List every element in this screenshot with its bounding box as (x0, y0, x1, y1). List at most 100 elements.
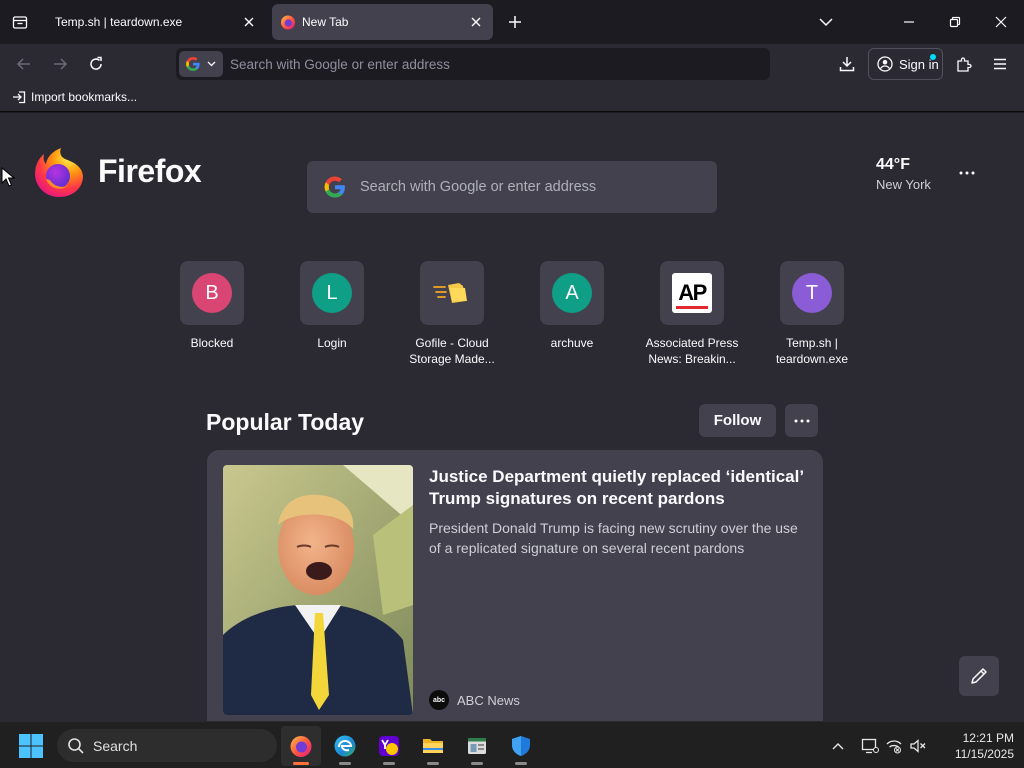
search-engine-button[interactable] (179, 51, 223, 77)
import-bookmarks-button[interactable]: Import bookmarks... (12, 90, 137, 104)
shortcut-icon-box: L (300, 261, 364, 325)
taskbar-app-window[interactable] (457, 726, 497, 766)
taskbar-search[interactable]: Search (57, 729, 277, 762)
story-image (223, 465, 413, 715)
google-icon (324, 176, 345, 198)
show-hidden-icons-button[interactable] (828, 736, 848, 756)
new-tab-button[interactable] (504, 11, 526, 33)
system-clock[interactable]: 12:21 PM 11/15/2025 (934, 730, 1014, 762)
download-icon (839, 57, 855, 72)
shortcut-tile-temp-sh[interactable]: T Temp.sh | teardown.exe (762, 261, 862, 367)
close-icon (471, 17, 481, 27)
tab-title: Temp.sh | teardown.exe (55, 15, 183, 29)
shortcut-label: Login (317, 336, 347, 350)
minimize-button[interactable] (898, 11, 920, 33)
shortcut-label: Gofile - Cloud Storage Made... (409, 336, 495, 366)
tab-title: New Tab (302, 15, 349, 29)
taskbar-file-explorer[interactable] (413, 726, 453, 766)
close-window-button[interactable] (990, 11, 1012, 33)
firefox-wordmark: Firefox (98, 153, 202, 189)
speaker-muted-icon (910, 739, 926, 753)
firefox-favicon-icon (281, 15, 295, 30)
network-disconnected-icon (886, 740, 902, 754)
tab-close-button[interactable] (467, 13, 485, 31)
puzzle-icon (957, 57, 972, 72)
running-indicator (383, 762, 395, 765)
app-menu-button[interactable] (989, 53, 1011, 75)
plus-icon (509, 16, 521, 28)
taskbar-yahoo-app[interactable] (369, 726, 409, 766)
edge-icon (334, 735, 356, 757)
restore-icon (949, 16, 961, 28)
firefox-icon (290, 736, 312, 757)
shortcut-icon-box: T (780, 261, 844, 325)
follow-button[interactable]: Follow (699, 404, 776, 437)
letter-avatar: B (192, 273, 232, 313)
clock-time: 12:21 PM (962, 731, 1014, 745)
bookmarks-toolbar: Import bookmarks... (0, 84, 1024, 112)
chevron-up-icon (832, 743, 844, 750)
tray-display[interactable] (860, 736, 880, 756)
more-horizontal-icon (794, 419, 809, 422)
tray-volume[interactable] (908, 736, 928, 756)
tab-new-tab[interactable]: New Tab (272, 4, 493, 40)
more-horizontal-icon (959, 171, 975, 175)
taskbar-windows-security[interactable] (501, 726, 541, 766)
shortcut-icon-box: AP (660, 261, 724, 325)
notification-badge (930, 54, 936, 60)
shortcut-label: Associated Press News: Breakin... (645, 336, 739, 366)
extensions-button[interactable] (953, 53, 975, 75)
downloads-button[interactable] (836, 53, 858, 75)
mouse-cursor-icon (1, 167, 15, 187)
running-indicator (339, 762, 351, 765)
hamburger-menu-icon (994, 58, 1006, 70)
section-title: Popular Today (206, 409, 365, 435)
restore-button[interactable] (944, 11, 966, 33)
shortcut-tile-blocked[interactable]: B Blocked (162, 261, 262, 351)
tab-strip: Temp.sh | teardown.exe New Tab (0, 0, 1024, 44)
running-indicator (515, 762, 527, 765)
weather-menu-button[interactable] (954, 163, 980, 183)
shortcut-tile-gofile[interactable]: Gofile - Cloud Storage Made... (402, 261, 502, 367)
letter-avatar: L (312, 273, 352, 313)
shortcut-label: Blocked (190, 336, 234, 350)
back-button[interactable] (13, 53, 35, 75)
firefox-view-button[interactable] (8, 11, 32, 33)
section-menu-button[interactable] (785, 404, 818, 437)
shortcut-tile-ap-news[interactable]: AP Associated Press News: Breakin... (642, 261, 742, 367)
reload-icon (90, 56, 102, 70)
tab-close-button[interactable] (240, 13, 258, 31)
story-photo (223, 465, 413, 715)
shield-icon (512, 736, 530, 756)
list-all-tabs-button[interactable] (815, 11, 837, 33)
chevron-down-icon (819, 18, 833, 27)
ap-logo-icon: AP (672, 273, 712, 313)
tab-temp-sh[interactable]: Temp.sh | teardown.exe (42, 4, 266, 40)
gofile-logo-icon (433, 283, 467, 303)
application-window-icon (468, 738, 486, 754)
address-bar[interactable]: Search with Google or enter address (176, 48, 770, 80)
forward-button[interactable] (49, 53, 71, 75)
sign-in-button[interactable]: Sign in (868, 48, 943, 80)
tray-network[interactable] (884, 736, 904, 756)
reload-button[interactable] (85, 53, 107, 75)
story-headline[interactable]: Justice Department quietly replaced ‘ide… (429, 466, 809, 510)
taskbar-firefox[interactable] (281, 726, 321, 766)
taskbar-search-label: Search (93, 738, 138, 754)
shortcut-label: archuve (550, 336, 594, 350)
story-card[interactable]: Justice Department quietly replaced ‘ide… (207, 450, 823, 721)
taskbar-edge[interactable] (325, 726, 365, 766)
search-icon (68, 738, 84, 754)
story-source-name: ABC News (457, 692, 520, 708)
shortcut-tile-login[interactable]: L Login (282, 261, 382, 351)
weather-location[interactable]: New York (876, 177, 931, 192)
arrow-right-icon (54, 58, 68, 70)
close-icon (244, 17, 254, 27)
shortcut-tile-archuve[interactable]: A archuve (522, 261, 622, 351)
newtab-search-box[interactable]: Search with Google or enter address (307, 161, 717, 213)
windows-start-icon[interactable] (18, 733, 44, 759)
customize-button[interactable] (959, 656, 999, 696)
weather-temperature[interactable]: 44°F (876, 156, 910, 174)
story-source: abc ABC News (429, 690, 520, 710)
newtab-search-placeholder: Search with Google or enter address (360, 179, 597, 195)
